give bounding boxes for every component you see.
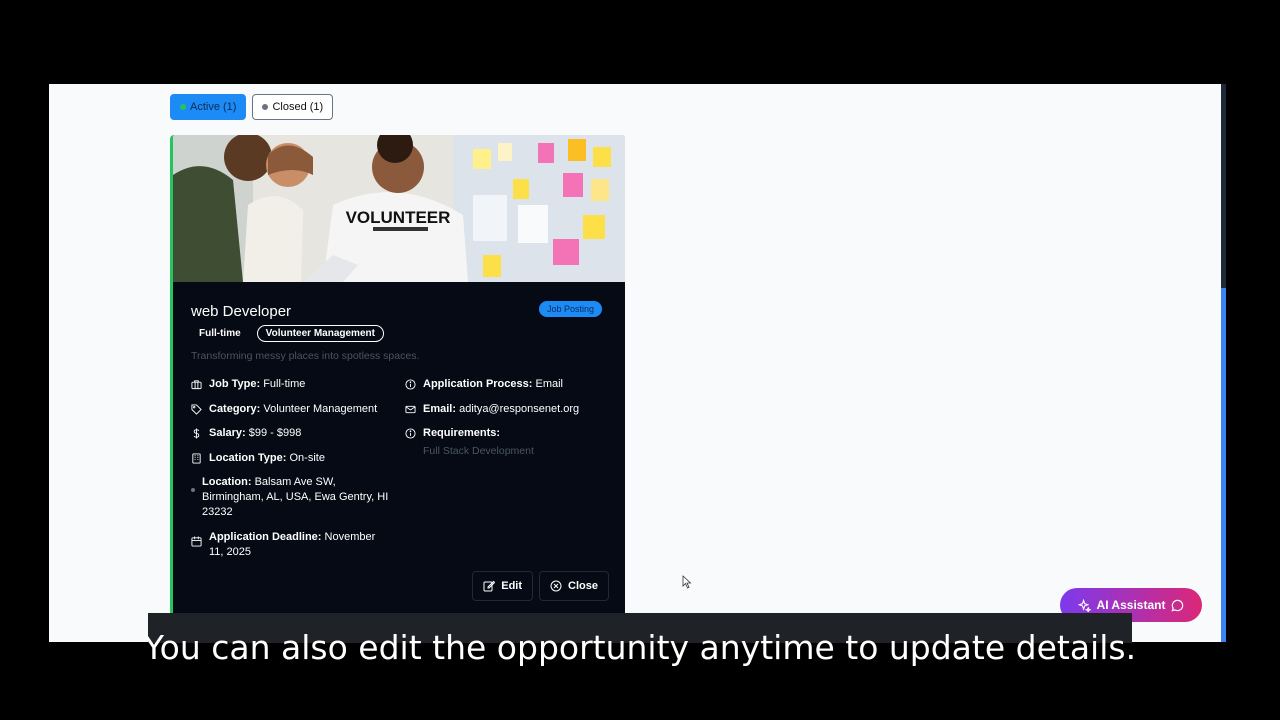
building-icon bbox=[191, 452, 202, 464]
detail-location-type: Location Type: On-site bbox=[191, 451, 391, 466]
detail-application-process-value: Email bbox=[535, 378, 563, 390]
opportunity-description: Transforming messy places into spotless … bbox=[191, 350, 420, 362]
mouse-cursor-icon bbox=[682, 575, 692, 589]
detail-salary-label: Salary: bbox=[209, 427, 246, 439]
detail-job-type: Job Type: Full-time bbox=[191, 377, 391, 392]
detail-job-type-label: Job Type: bbox=[209, 378, 261, 390]
calendar-icon bbox=[191, 535, 202, 547]
details-right-column: Application Process: Email Email: aditya… bbox=[405, 377, 615, 457]
requirements-text: Full Stack Development bbox=[423, 444, 534, 457]
detail-location-label: Location: bbox=[202, 476, 252, 488]
detail-email-value[interactable]: aditya@responsenet.org bbox=[459, 403, 579, 415]
detail-email: Email: aditya@responsenet.org bbox=[405, 402, 615, 417]
detail-category-value: Volunteer Management bbox=[263, 402, 378, 415]
job-posting-badge: Job Posting bbox=[539, 301, 603, 317]
detail-salary-value: $99 - $998 bbox=[248, 427, 302, 439]
detail-requirements: Requirements: bbox=[405, 426, 615, 441]
filter-closed-label: Closed (1) bbox=[272, 101, 324, 113]
scrollbar-thumb[interactable] bbox=[1221, 288, 1226, 642]
detail-requirements-label: Requirements: bbox=[423, 427, 501, 439]
detail-job-type-value: Full-time bbox=[263, 378, 306, 390]
close-button-label: Close bbox=[568, 580, 598, 592]
detail-category: Category: Volunteer Management bbox=[191, 402, 391, 417]
photo-shirt-text: VOLUNTEER bbox=[346, 208, 451, 227]
edit-icon bbox=[483, 580, 496, 592]
active-dot-icon bbox=[180, 104, 186, 110]
detail-category-label: Category: bbox=[209, 402, 261, 415]
info-icon bbox=[405, 379, 416, 390]
mail-icon bbox=[405, 404, 416, 415]
card-actions: Edit Close bbox=[472, 571, 609, 601]
chat-bubble-icon bbox=[1171, 599, 1184, 612]
detail-deadline: Application Deadline: November 11, 2025 bbox=[191, 530, 391, 560]
video-caption: You can also edit the opportunity anytim… bbox=[143, 628, 1137, 667]
filter-closed-button[interactable]: Closed (1) bbox=[252, 94, 334, 120]
opportunity-card: VOLUNTEER web Developer Job Posting Full… bbox=[170, 135, 625, 617]
status-filter-group: Active (1) Closed (1) bbox=[170, 94, 334, 120]
app-screen: Active (1) Closed (1) VOLUNTEER web Deve… bbox=[49, 84, 1223, 642]
briefcase-icon bbox=[191, 379, 202, 390]
detail-location: Location: Balsam Ave SW, Birmingham, AL,… bbox=[191, 475, 391, 520]
close-circle-icon bbox=[550, 580, 562, 592]
close-button[interactable]: Close bbox=[539, 571, 609, 601]
detail-location-type-value: On-site bbox=[289, 451, 325, 464]
detail-location-type-label: Location Type: bbox=[209, 451, 287, 464]
edit-button-label: Edit bbox=[501, 580, 523, 592]
detail-application-process: Application Process: Email bbox=[405, 377, 615, 392]
tag-list: Full-time Volunteer Management bbox=[191, 325, 384, 342]
info-icon bbox=[405, 428, 416, 439]
volunteer-team-photo: VOLUNTEER bbox=[173, 135, 625, 282]
details-left-column: Job Type: Full-time Category: Volunteer … bbox=[191, 377, 391, 569]
dollar-icon bbox=[191, 428, 202, 439]
filter-active-button[interactable]: Active (1) bbox=[170, 94, 247, 120]
sparkle-icon bbox=[1077, 598, 1091, 612]
tag-icon bbox=[191, 403, 202, 415]
detail-deadline-label: Application Deadline: bbox=[209, 530, 322, 543]
filter-active-label: Active (1) bbox=[190, 101, 237, 113]
edit-button[interactable]: Edit bbox=[472, 571, 534, 601]
detail-email-label: Email: bbox=[423, 402, 457, 415]
closed-dot-icon bbox=[262, 104, 269, 110]
ai-assistant-label: AI Assistant bbox=[1096, 598, 1166, 612]
detail-salary: Salary: $99 - $998 bbox=[191, 426, 391, 441]
tag-volunteer-management: Volunteer Management bbox=[256, 325, 384, 342]
opportunity-title: web Developer bbox=[191, 303, 292, 320]
map-pin-icon bbox=[191, 488, 195, 492]
tag-full-time: Full-time bbox=[199, 328, 241, 339]
detail-application-process-label: Application Process: bbox=[423, 378, 533, 390]
